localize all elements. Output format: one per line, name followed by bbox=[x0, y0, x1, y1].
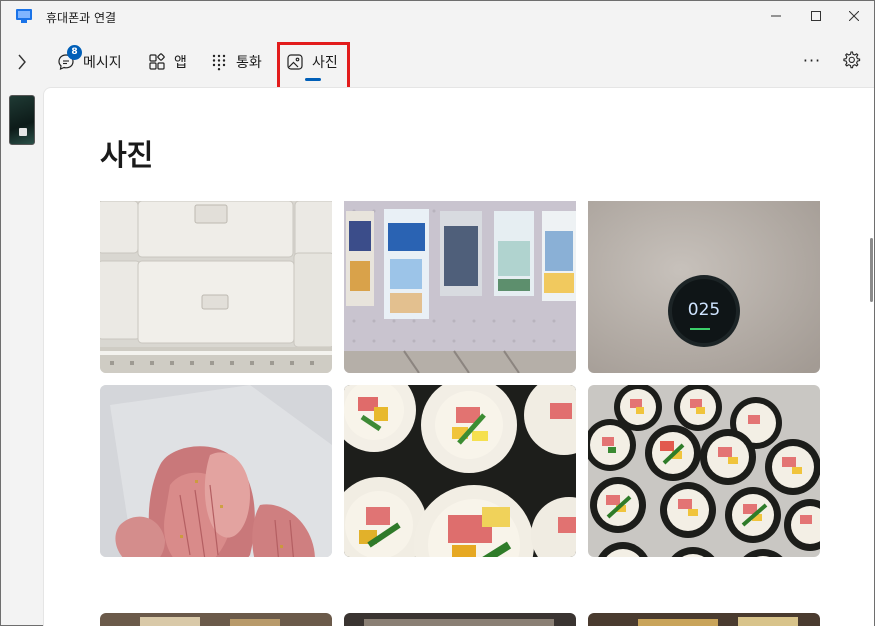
vertical-scrollbar[interactable] bbox=[870, 238, 873, 302]
tab-calls[interactable]: 통화 bbox=[210, 47, 262, 77]
title-bar: 휴대폰과 연결 bbox=[1, 1, 874, 33]
settings-button[interactable] bbox=[839, 48, 863, 72]
gear-icon bbox=[843, 51, 861, 69]
tab-apps[interactable]: 앱 bbox=[148, 47, 187, 77]
expand-sidebar-button[interactable] bbox=[9, 49, 35, 75]
tab-apps-label: 앱 bbox=[174, 55, 187, 71]
apps-icon bbox=[148, 53, 166, 71]
device-sidebar bbox=[1, 87, 43, 626]
photo-thumbnail[interactable] bbox=[100, 201, 332, 373]
tab-messages-label: 메시지 bbox=[83, 55, 122, 71]
close-button[interactable] bbox=[832, 1, 875, 31]
photo-thumbnail[interactable] bbox=[588, 613, 820, 626]
photos-page: 사진 025 bbox=[43, 87, 874, 626]
page-title: 사진 bbox=[100, 138, 154, 172]
minimize-button[interactable] bbox=[754, 1, 798, 31]
photo-thumbnail[interactable] bbox=[344, 385, 576, 557]
dialpad-icon bbox=[210, 53, 228, 71]
chevron-right-icon bbox=[18, 54, 26, 70]
photo-thumbnail[interactable] bbox=[344, 613, 576, 626]
photo-thumbnail[interactable]: 025 bbox=[588, 201, 820, 373]
connected-phone-thumbnail[interactable] bbox=[9, 95, 35, 145]
photo-thumbnail[interactable] bbox=[100, 385, 332, 557]
tab-calls-label: 통화 bbox=[236, 55, 262, 71]
photo-thumbnail[interactable] bbox=[100, 613, 332, 626]
photo-thumbnail[interactable] bbox=[588, 385, 820, 557]
top-nav: 메시지 8 앱 통화 사진 ··· bbox=[1, 35, 874, 102]
window-title: 휴대폰과 연결 bbox=[46, 11, 117, 25]
more-options-button[interactable]: ··· bbox=[799, 47, 825, 73]
unread-badge: 8 bbox=[67, 45, 82, 60]
phone-link-app-icon bbox=[15, 8, 33, 24]
device-display-readout: 025 bbox=[688, 300, 720, 320]
photo-thumbnail[interactable] bbox=[344, 201, 576, 373]
